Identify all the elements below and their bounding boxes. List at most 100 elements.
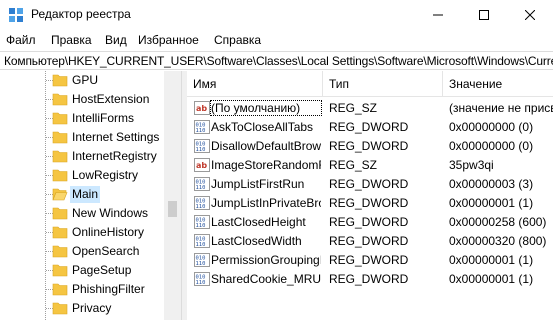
- tree-item-phishingfilter[interactable]: PhishingFilter: [0, 280, 165, 299]
- value-data: 35pw3qi: [449, 158, 494, 172]
- value-name: ImageStoreRandomFolder: [211, 158, 321, 172]
- value-row[interactable]: ab ImageStoreRandomFolder REG_SZ 35pw3qi: [187, 156, 553, 175]
- svg-text:110: 110: [196, 242, 206, 248]
- folder-icon: [52, 74, 68, 87]
- maximize-icon: [479, 10, 489, 20]
- tree-item-label: GPU: [72, 73, 99, 87]
- svg-text:ab: ab: [196, 104, 207, 113]
- string-value-icon: ab: [194, 158, 210, 172]
- value-row[interactable]: ab (По умолчанию) REG_SZ (значение не пр…: [187, 99, 553, 118]
- binary-value-icon: 010110: [194, 272, 210, 286]
- folder-icon: [52, 245, 68, 258]
- minimize-icon: [433, 14, 443, 16]
- menu-favorites[interactable]: Избранное: [138, 33, 199, 47]
- value-row[interactable]: 010 110 SharedCookie_MRU REG_DWORD 0x0000…: [187, 270, 553, 289]
- open-folder-icon: [52, 188, 68, 201]
- value-type: REG_SZ: [329, 158, 378, 172]
- tree-item-hostextension[interactable]: HostExtension: [0, 90, 165, 109]
- tree-item-privacy[interactable]: Privacy: [0, 299, 165, 318]
- value-name: PermissionGroupingInfo: [211, 253, 321, 267]
- tree-item-gpu[interactable]: GPU: [0, 71, 165, 90]
- value-row[interactable]: 010 110 LastClosedHeight REG_DWORD 0x0000…: [187, 213, 553, 232]
- tree-item-label: LowRegistry: [72, 168, 139, 182]
- list-header: Имя Тип Значение: [187, 71, 553, 97]
- svg-text:110: 110: [196, 204, 206, 210]
- value-name: JumpListInPrivateBrowsing: [211, 196, 321, 210]
- tree-item-intelliforms[interactable]: IntelliForms: [0, 109, 165, 128]
- folder-icon: [52, 264, 68, 277]
- svg-text:110: 110: [196, 280, 206, 286]
- folder-icon: [52, 302, 68, 315]
- tree-item-label: HostExtension: [72, 92, 150, 106]
- value-data: 0x00000000 (0): [449, 139, 534, 153]
- value-row[interactable]: 010110 JumpListInPrivateBrowsing REG_DWO…: [187, 194, 553, 213]
- tree-item-label: IntelliForms: [72, 111, 135, 125]
- tree-item-label: New Windows: [72, 206, 149, 220]
- tree-item-internetregistry[interactable]: InternetRegistry: [0, 147, 165, 166]
- binary-value-icon: 010110: [194, 139, 210, 153]
- value-row[interactable]: 010 110 LastClosedWidth REG_DWORD 0x00000…: [187, 232, 553, 251]
- tree-item-label: OnlineHistory: [72, 225, 145, 239]
- value-row[interactable]: 010 110 AskToCloseAllTabs REG_DWORD 0x000…: [187, 118, 553, 137]
- value-type: REG_SZ: [329, 101, 378, 115]
- value-data: 0x00000001 (1): [449, 196, 534, 210]
- binary-value-icon: 010110: [194, 215, 210, 229]
- folder-icon: [52, 207, 68, 220]
- tree-item-pagesetup[interactable]: PageSetup: [0, 261, 165, 280]
- address-path[interactable]: Компьютер\HKEY_CURRENT_USER\Software\Cla…: [4, 54, 553, 68]
- folder-icon: [52, 283, 68, 296]
- value-name: JumpListFirstRun: [211, 177, 305, 191]
- tree-item-new-windows[interactable]: New Windows: [0, 204, 165, 223]
- value-row[interactable]: 010 110 JumpListFirstRun REG_DWORD 0x0000…: [187, 175, 553, 194]
- tree-item-label: InternetRegistry: [72, 149, 157, 163]
- binary-value-icon: 010110: [194, 253, 210, 267]
- value-data: 0x00000320 (800): [449, 234, 547, 248]
- svg-text:110: 110: [196, 147, 206, 153]
- tree-item-label: Main: [70, 186, 101, 203]
- tree-item-label: Privacy: [72, 301, 112, 315]
- svg-text:110: 110: [196, 223, 206, 229]
- maximize-button[interactable]: [461, 0, 507, 30]
- minimize-button[interactable]: [415, 0, 461, 30]
- menu-edit[interactable]: Правка: [51, 33, 92, 47]
- value-data: 0x00000001 (1): [449, 253, 534, 267]
- value-row[interactable]: 010110 DisallowDefaultBrowserPrompt REG_…: [187, 137, 553, 156]
- close-button[interactable]: [507, 0, 553, 30]
- value-name: AskToCloseAllTabs: [211, 120, 314, 134]
- folder-icon: [52, 131, 68, 144]
- values-list[interactable]: Имя Тип Значение ab (По умолчанию) REG_S…: [187, 71, 553, 320]
- column-header-data[interactable]: Значение: [443, 71, 553, 97]
- key-tree[interactable]: GPU HostExtension IntelliForms Internet …: [0, 71, 181, 320]
- value-data: (значение не присвоено): [449, 101, 553, 115]
- column-header-type[interactable]: Тип: [323, 71, 443, 97]
- tree-item-internet-settings[interactable]: Internet Settings: [0, 128, 165, 147]
- tree-item-main[interactable]: Main: [0, 185, 165, 204]
- binary-value-icon: 010110: [194, 120, 210, 134]
- menu-help[interactable]: Справка: [214, 33, 261, 47]
- folder-icon: [52, 93, 68, 106]
- column-header-name[interactable]: Имя: [187, 71, 323, 97]
- tree-item-opensearch[interactable]: OpenSearch: [0, 242, 165, 261]
- value-name: SharedCookie_MRU: [211, 272, 321, 286]
- menu-view[interactable]: Вид: [105, 33, 127, 47]
- svg-text:ab: ab: [196, 161, 207, 170]
- folder-icon: [52, 150, 68, 163]
- title-bar: Редактор реестра: [0, 0, 553, 30]
- tree-item-onlinehistory[interactable]: OnlineHistory: [0, 223, 165, 242]
- svg-text:110: 110: [196, 128, 206, 134]
- value-type: REG_DWORD: [329, 215, 409, 229]
- tree-item-label: Internet Settings: [72, 130, 160, 144]
- value-type: REG_DWORD: [329, 139, 409, 153]
- tree-scrollbar[interactable]: [164, 71, 181, 320]
- close-icon: [525, 10, 535, 20]
- address-bar[interactable]: Компьютер\HKEY_CURRENT_USER\Software\Cla…: [0, 51, 553, 70]
- tree-item-lowregistry[interactable]: LowRegistry: [0, 166, 165, 185]
- window-title: Редактор реестра: [31, 7, 131, 21]
- menu-file[interactable]: Файл: [6, 33, 36, 47]
- value-row[interactable]: 010110 PermissionGroupingInfo REG_DWORD …: [187, 251, 553, 270]
- value-data: 0x00000258 (600): [449, 215, 547, 229]
- folder-icon: [52, 112, 68, 125]
- value-name: DisallowDefaultBrowserPrompt: [211, 139, 321, 153]
- tree-item-label: OpenSearch: [72, 244, 140, 258]
- tree-scrollbar-thumb[interactable]: [168, 201, 177, 217]
